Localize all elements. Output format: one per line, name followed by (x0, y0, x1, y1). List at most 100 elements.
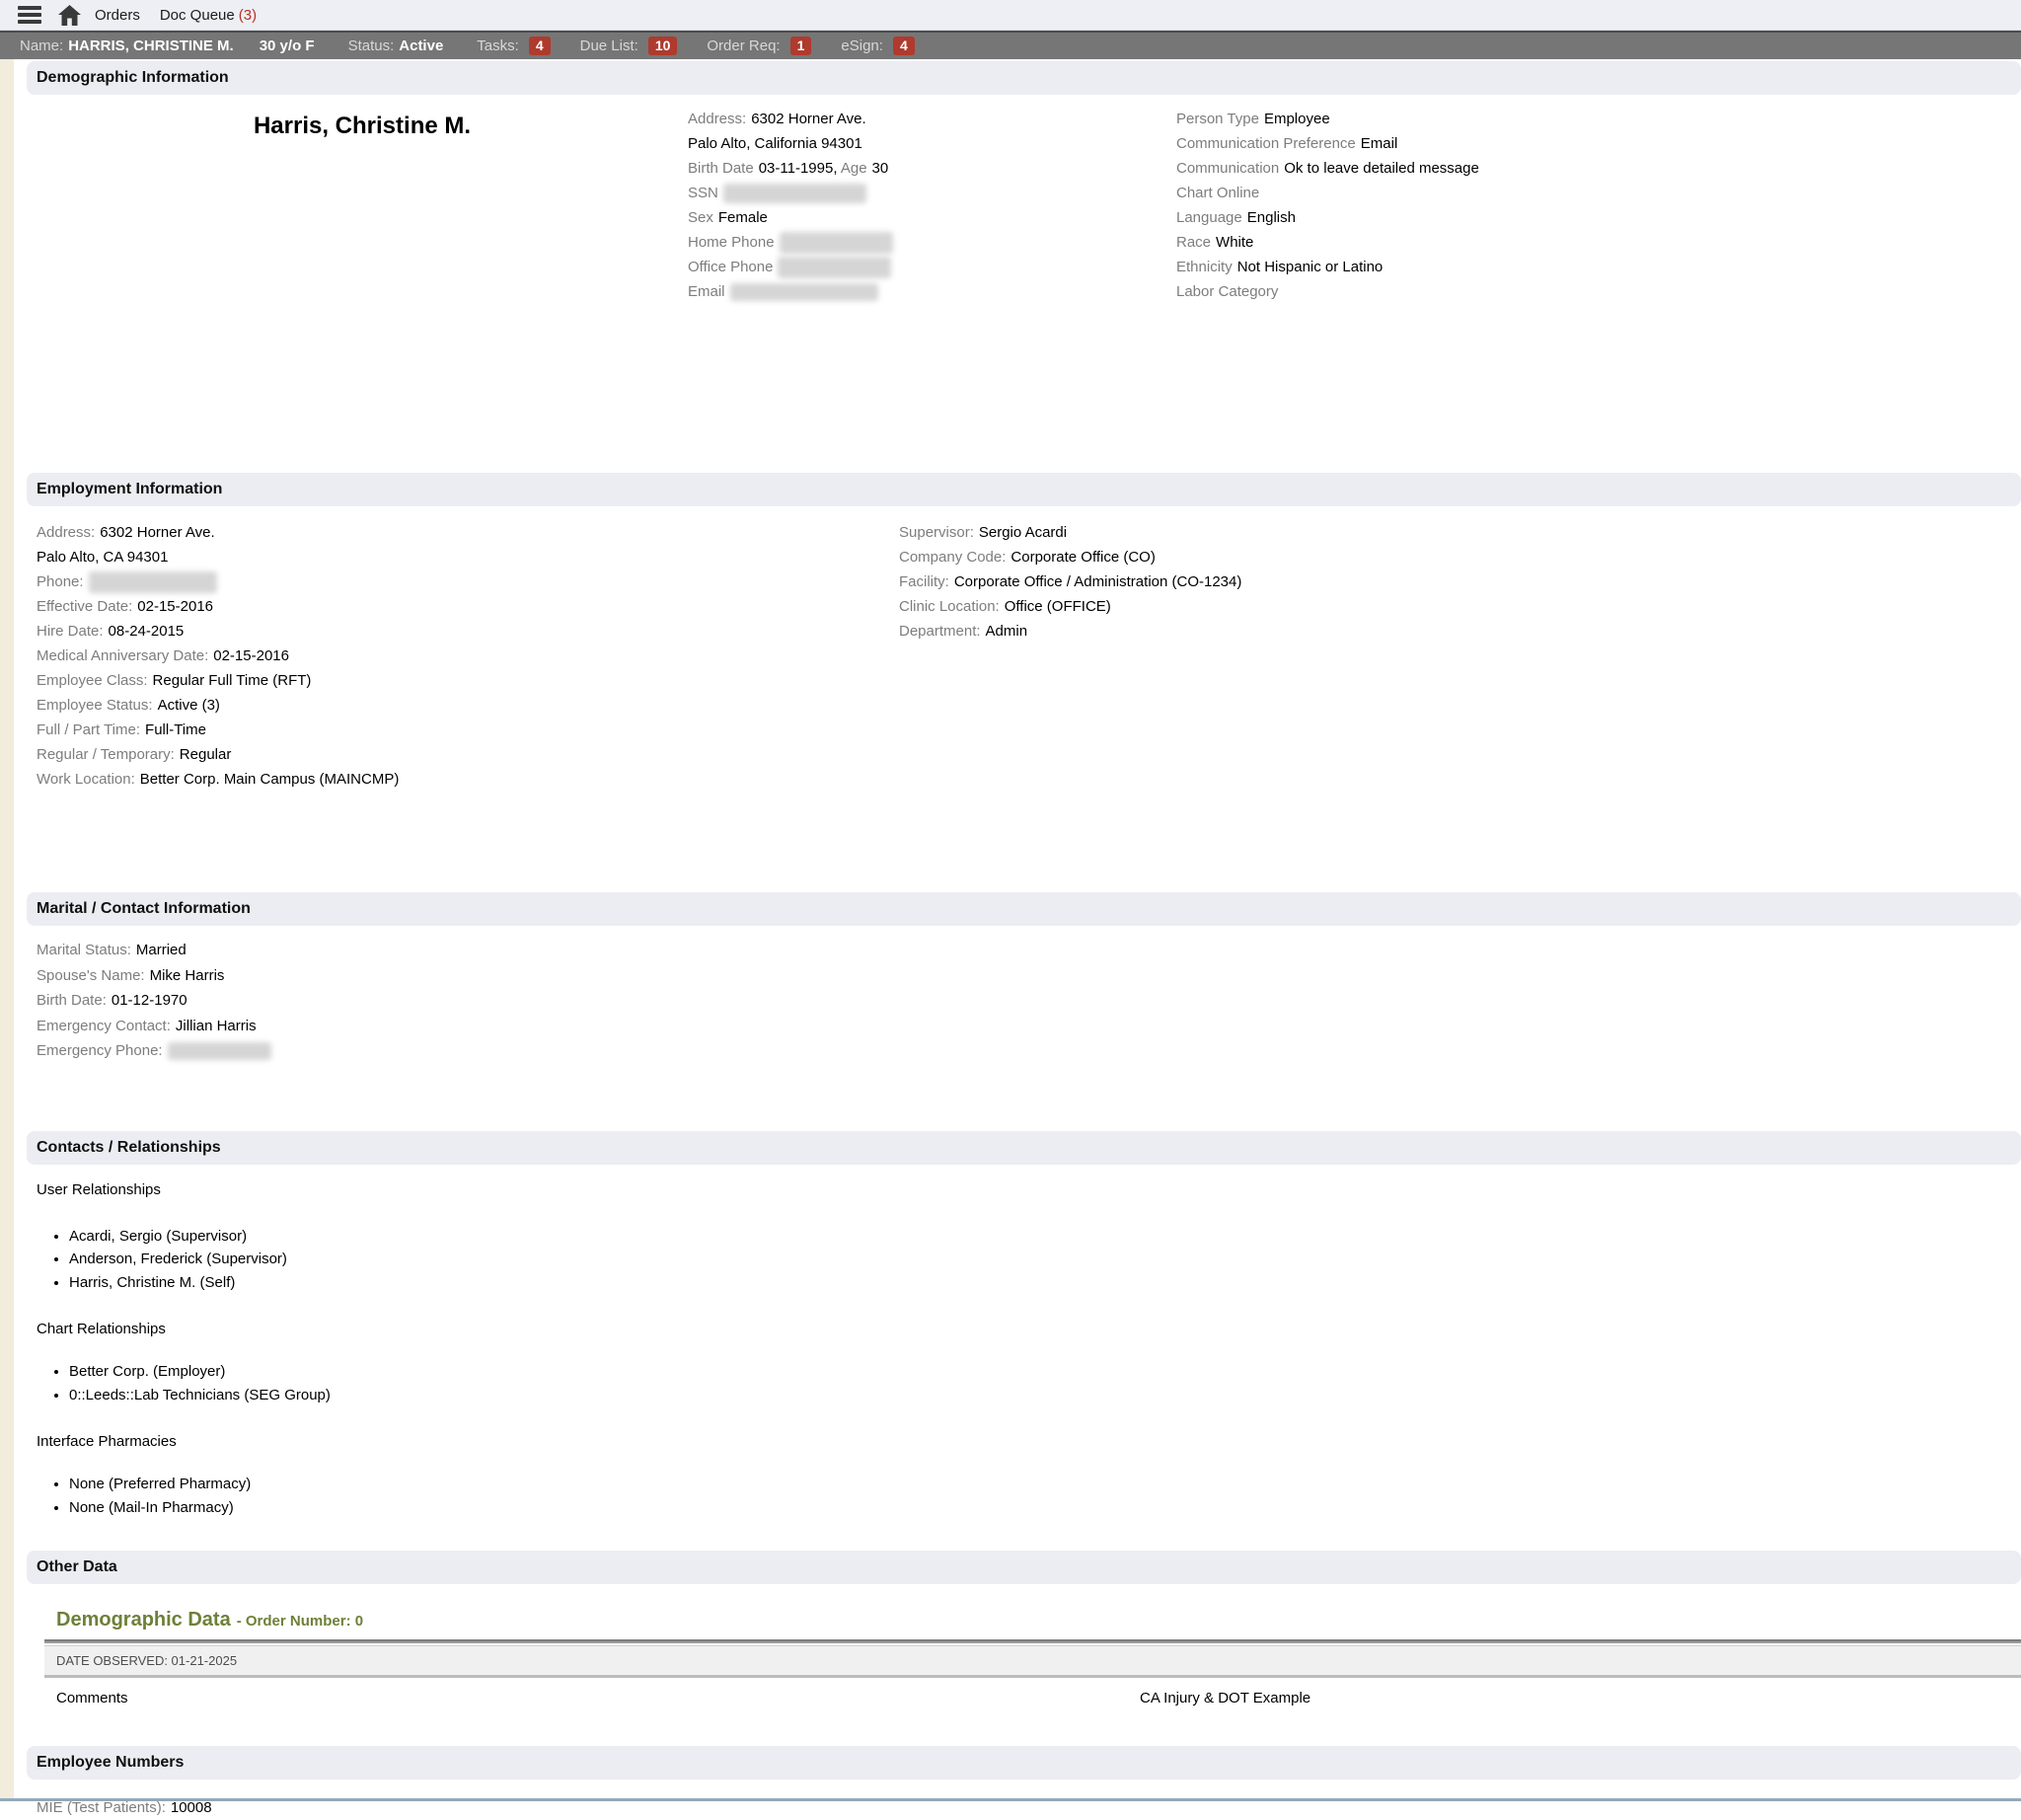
info-row: Emergency Contact:Jillian Harris (37, 1014, 2021, 1039)
info-row-home-phone: Home Phone (688, 230, 1176, 255)
group-heading-interface-pharmacies: Interface Pharmacies (37, 1430, 2021, 1453)
info-row: RaceWhite (1176, 230, 2021, 255)
status-label: Status: (348, 38, 395, 54)
list-item: 0::Leeds::Lab Technicians (SEG Group) (69, 1384, 2021, 1407)
info-row: Clinic Location:Office (OFFICE) (899, 594, 2021, 619)
patient-display-name: Harris, Christine M. (37, 107, 688, 140)
info-row: EthnicityNot Hispanic or Latino (1176, 255, 2021, 279)
redacted-email (730, 283, 878, 301)
info-row-email: Email (688, 279, 1176, 304)
info-row: Person TypeEmployee (1176, 107, 2021, 131)
marital-info-rows: Marital Status:Married Spouse's Name:Mik… (0, 938, 2021, 1064)
list-item: Anderson, Frederick (Supervisor) (69, 1248, 2021, 1271)
tasks-label: Tasks: (477, 38, 519, 54)
redacted-office-phone (778, 257, 891, 278)
info-row: Supervisor:Sergio Acardi (899, 520, 2021, 545)
info-row: LanguageEnglish (1176, 205, 2021, 230)
left-margin-strip (0, 59, 14, 1801)
info-row-emergency-phone: Emergency Phone: (37, 1038, 2021, 1064)
order-number: - Order Number: 0 (237, 1613, 363, 1630)
info-row: Work Location:Better Corp. Main Campus (… (37, 767, 899, 792)
info-row: Birth Date03-11-1995, Age30 (688, 156, 1176, 181)
chart-relationships-list: Better Corp. (Employer) 0::Leeds::Lab Te… (37, 1360, 2021, 1406)
info-row-office-phone: Office Phone (688, 255, 1176, 279)
info-row: Employee Status:Active (3) (37, 693, 899, 718)
info-row: Medical Anniversary Date:02-15-2016 (37, 644, 899, 668)
section-header-demographic-information: Demographic Information (27, 61, 2021, 95)
doc-queue-count: (3) (239, 7, 257, 24)
status-value: Active (399, 38, 443, 54)
info-row: Department:Admin (899, 619, 2021, 644)
order-req-label: Order Req: (707, 38, 780, 54)
employment-left-column: Address:6302 Horner Ave. Palo Alto, CA 9… (37, 520, 899, 792)
hamburger-menu-icon[interactable] (16, 3, 43, 27)
tasks-count-badge[interactable]: 4 (529, 37, 551, 55)
info-row-ssn: SSN (688, 181, 1176, 205)
group-heading-chart-relationships: Chart Relationships (37, 1318, 2021, 1340)
contacts-relationships-content: User Relationships Acardi, Sergio (Super… (0, 1178, 2021, 1520)
section-header-contacts-relationships: Contacts / Relationships (27, 1131, 2021, 1165)
user-relationships-list: Acardi, Sergio (Supervisor) Anderson, Fr… (37, 1225, 2021, 1295)
esign-count-badge[interactable]: 4 (893, 37, 915, 55)
info-row: Full / Part Time:Full-Time (37, 718, 899, 742)
info-row: Palo Alto, California 94301 (688, 131, 1176, 156)
info-row: Communication PreferenceEmail (1176, 131, 2021, 156)
home-glyph (58, 5, 81, 26)
date-observed-row: DATE OBSERVED: 01-21-2025 (44, 1645, 2021, 1678)
employment-right-column: Supervisor:Sergio Acardi Company Code:Co… (899, 520, 2021, 792)
patient-info-bar: Name: HARRIS, CHRISTINE M. 30 y/o F Stat… (0, 31, 2021, 59)
hamburger-glyph (18, 6, 41, 24)
list-item: None (Mail-In Pharmacy) (69, 1496, 2021, 1520)
comments-row: Comments CA Injury & DOT Example (44, 1678, 2021, 1716)
patient-name-label: Name: (20, 38, 63, 54)
section-header-other-data: Other Data (27, 1551, 2021, 1584)
demographic-data-order-block: Demographic Data- Order Number: 0 DATE O… (44, 1608, 2021, 1716)
info-row: Company Code:Corporate Office (CO) (899, 545, 2021, 569)
order-req-count-badge[interactable]: 1 (790, 37, 812, 55)
info-row: Chart Online (1176, 181, 2021, 205)
section-header-employment-information: Employment Information (27, 473, 2021, 506)
info-row: Facility:Corporate Office / Administrati… (899, 569, 2021, 594)
nav-doc-queue[interactable]: Doc Queue(3) (160, 7, 257, 24)
home-icon[interactable] (55, 3, 83, 27)
info-row: CommunicationOk to leave detailed messag… (1176, 156, 2021, 181)
comments-label: Comments (56, 1690, 128, 1706)
info-row-phone: Phone: (37, 569, 899, 594)
list-item: Harris, Christine M. (Self) (69, 1271, 2021, 1295)
nav-orders[interactable]: Orders (95, 7, 140, 24)
redacted-phone (89, 571, 217, 593)
redacted-home-phone (780, 232, 893, 254)
list-item: Acardi, Sergio (Supervisor) (69, 1225, 2021, 1249)
info-row: Labor Category (1176, 279, 2021, 304)
top-toolbar: Orders Doc Queue(3) (0, 0, 2021, 31)
patient-name: HARRIS, CHRISTINE M. (68, 38, 234, 54)
list-item: None (Preferred Pharmacy) (69, 1473, 2021, 1496)
order-title: Demographic Data- Order Number: 0 (44, 1608, 2021, 1633)
doc-queue-label: Doc Queue (160, 7, 235, 24)
info-row: SexFemale (688, 205, 1176, 230)
info-row: Hire Date:08-24-2015 (37, 619, 899, 644)
list-item: Better Corp. (Employer) (69, 1360, 2021, 1384)
info-row: Birth Date:01-12-1970 (37, 988, 2021, 1014)
info-row: Effective Date:02-15-2016 (37, 594, 899, 619)
redacted-ssn (723, 184, 866, 203)
info-row: Address:6302 Horner Ave. (688, 107, 1176, 131)
info-row: Marital Status:Married (37, 938, 2021, 963)
info-row: Regular / Temporary:Regular (37, 742, 899, 767)
employment-info-grid: Address:6302 Horner Ave. Palo Alto, CA 9… (0, 520, 2021, 792)
interface-pharmacies-list: None (Preferred Pharmacy) None (Mail-In … (37, 1473, 2021, 1519)
comments-value: CA Injury & DOT Example (1140, 1690, 1310, 1706)
section-header-employee-numbers: Employee Numbers (27, 1746, 2021, 1780)
demographic-info-grid: Harris, Christine M. Address:6302 Horner… (0, 107, 2021, 304)
redacted-emergency-phone (168, 1042, 271, 1060)
due-list-label: Due List: (580, 38, 638, 54)
info-row: Spouse's Name:Mike Harris (37, 963, 2021, 989)
section-header-marital-contact-information: Marital / Contact Information (27, 892, 2021, 926)
info-row: Employee Class:Regular Full Time (RFT) (37, 668, 899, 693)
due-list-count-badge[interactable]: 10 (648, 37, 678, 55)
group-heading-user-relationships: User Relationships (37, 1178, 2021, 1201)
demographic-left-column: Harris, Christine M. (37, 107, 688, 304)
demographic-right-column: Person TypeEmployee Communication Prefer… (1176, 107, 2021, 304)
info-row: Palo Alto, CA 94301 (37, 545, 899, 569)
patient-age-sex: 30 y/o F (260, 38, 315, 54)
